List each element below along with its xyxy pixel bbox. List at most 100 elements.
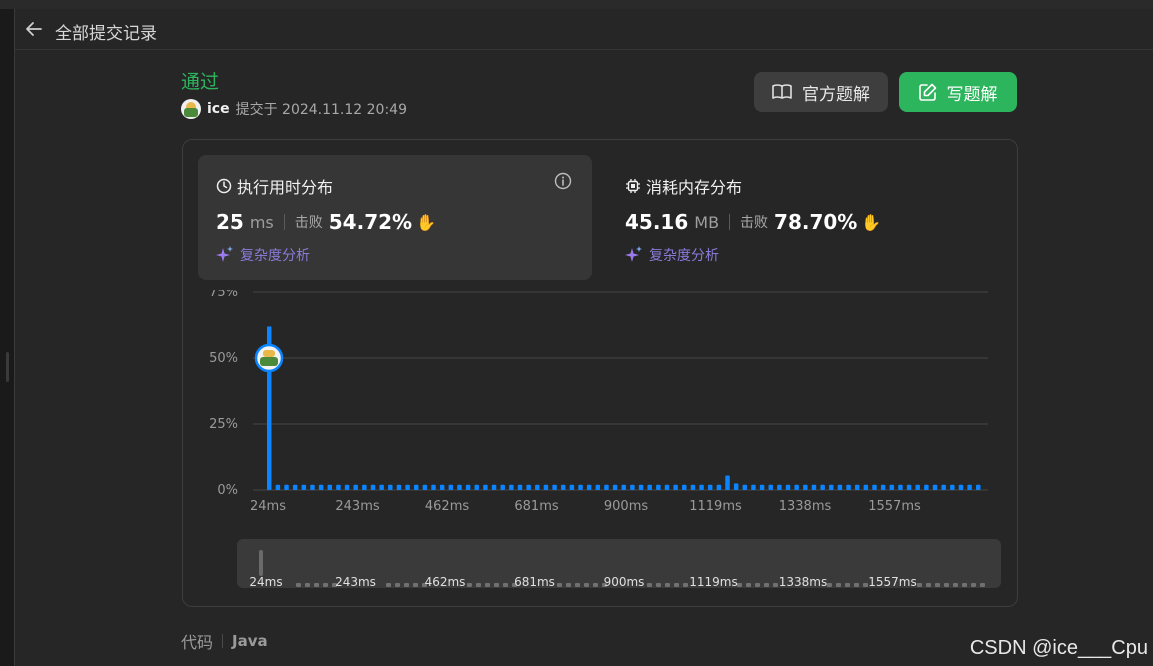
divider [283, 214, 285, 230]
runtime-panel[interactable]: 执行用时分布 25 ms 击败 54.72% ✋ 复杂度分析 [198, 155, 592, 280]
official-solution-button[interactable]: 官方题解 [754, 72, 888, 112]
chart-bar [880, 484, 886, 490]
range-mini-bar [557, 583, 562, 587]
chart-bar [924, 484, 929, 490]
range-mini-bar [863, 583, 868, 587]
range-mini-bar [593, 583, 598, 587]
range-mini-bar [305, 583, 310, 587]
y-tick-label: 0% [217, 483, 238, 498]
chart-bar [604, 484, 609, 490]
x-tick-label: 1557ms [868, 499, 921, 514]
chart-bar [898, 484, 903, 490]
chart-bar [405, 484, 410, 490]
chart-bar [353, 484, 358, 490]
chart-bar [829, 484, 834, 490]
y-tick-label: 75% [209, 290, 238, 300]
range-mini-bar [647, 583, 652, 587]
range-slider-label: 462ms [424, 575, 466, 589]
watermark: CSDN @ice___Cpu [969, 637, 1148, 659]
range-mini-bar [737, 583, 742, 587]
range-mini-bar [980, 583, 985, 587]
x-tick-label: 681ms [514, 499, 558, 514]
panel-header: 全部提交记录 [15, 9, 1153, 50]
submission-status: 通过 [181, 71, 220, 93]
range-mini-bar [746, 583, 751, 587]
range-slider-handle[interactable] [259, 550, 263, 576]
submitted-time: 提交于 2024.11.12 20:49 [235, 102, 407, 118]
chart-bar [656, 484, 661, 490]
chart-bar [673, 484, 678, 490]
chart-bar [422, 484, 428, 490]
memory-panel[interactable]: 消耗内存分布 45.16 MB 击败 78.70% ✋ 复杂度分析 [607, 155, 1001, 280]
memory-beat-label: 击败 [740, 215, 769, 231]
chart-bar [820, 484, 825, 490]
user-marker[interactable] [254, 343, 284, 373]
write-solution-button[interactable]: 写题解 [899, 72, 1017, 112]
x-tick-label: 462ms [425, 499, 469, 514]
runtime-complexity-link[interactable]: 复杂度分析 [216, 245, 310, 265]
chart-bar [803, 484, 808, 490]
clock-icon [216, 178, 232, 194]
memory-beat-percent: 78.70% [774, 210, 858, 234]
chart-bar [595, 484, 601, 490]
submission-panel: 全部提交记录 通过 ice 提交于 2024.11.12 20:49 官方题解 … [14, 9, 1153, 666]
chart-bar [906, 484, 912, 490]
chart-bar [794, 484, 799, 490]
chart-bar [638, 484, 644, 490]
chart-bar [682, 484, 687, 490]
memory-title-text: 消耗内存分布 [646, 178, 743, 197]
runtime-stats: 25 ms 击败 54.72% ✋ [216, 210, 436, 234]
chart-bar [716, 484, 722, 490]
range-mini-bar [836, 583, 841, 587]
range-mini-bar [674, 583, 679, 587]
chart-bar [647, 484, 652, 490]
memory-complexity-link[interactable]: 复杂度分析 [625, 245, 719, 265]
range-mini-bar [953, 583, 958, 587]
runtime-beat-percent: 54.72% [328, 210, 413, 234]
x-tick-label: 24ms [250, 499, 286, 514]
range-slider[interactable]: 24ms 243ms 462ms 681ms 900ms 1119ms 1338ms 1557… [237, 539, 1001, 589]
chart-bar [586, 484, 592, 490]
runtime-distribution-chart[interactable]: 75% 50% 25% 0% 24ms 243ms 462ms 681ms 900ms 1119m… [183, 290, 1017, 535]
resize-handle[interactable] [6, 352, 9, 382]
chart-bar [413, 484, 419, 490]
range-mini-bar [476, 583, 481, 587]
chart-bar [621, 484, 626, 490]
chart-bar [310, 484, 315, 490]
book-icon [772, 84, 792, 99]
range-slider-label: 681ms [514, 575, 555, 589]
chart-bar [707, 484, 713, 490]
range-mini-bar [683, 583, 688, 587]
code-tab[interactable]: 代码 [181, 629, 213, 653]
range-mini-bar [926, 583, 931, 587]
range-mini-bar [323, 583, 328, 587]
chart-bar [725, 475, 730, 490]
chart-bar [742, 484, 748, 490]
chart-bar [967, 484, 972, 490]
chart-bar [976, 484, 981, 490]
range-mini-bar [386, 583, 391, 587]
chart-bar [500, 484, 505, 490]
chart-bar [379, 484, 384, 490]
back-arrow-icon[interactable] [25, 20, 43, 38]
username[interactable]: ice [207, 101, 230, 117]
range-mini-bar [404, 583, 409, 587]
chart-bar [560, 484, 566, 490]
chart-bar [396, 484, 402, 490]
chart-bar [690, 484, 696, 490]
range-mini-bar [773, 583, 778, 587]
chart-bar [863, 484, 869, 490]
chart-bar [526, 484, 531, 490]
info-icon[interactable] [554, 172, 572, 190]
language-label[interactable]: Java [232, 632, 268, 650]
range-mini-bar [395, 583, 400, 587]
runtime-title-text: 执行用时分布 [237, 178, 334, 197]
range-mini-bar [854, 583, 859, 587]
chart-bar [872, 484, 877, 490]
x-tick-label: 243ms [335, 499, 379, 514]
avatar[interactable] [181, 99, 201, 119]
chart-bar [292, 484, 298, 490]
chart-bar [275, 484, 281, 490]
header-title: 全部提交记录 [55, 24, 157, 44]
chart-bar [854, 484, 860, 490]
